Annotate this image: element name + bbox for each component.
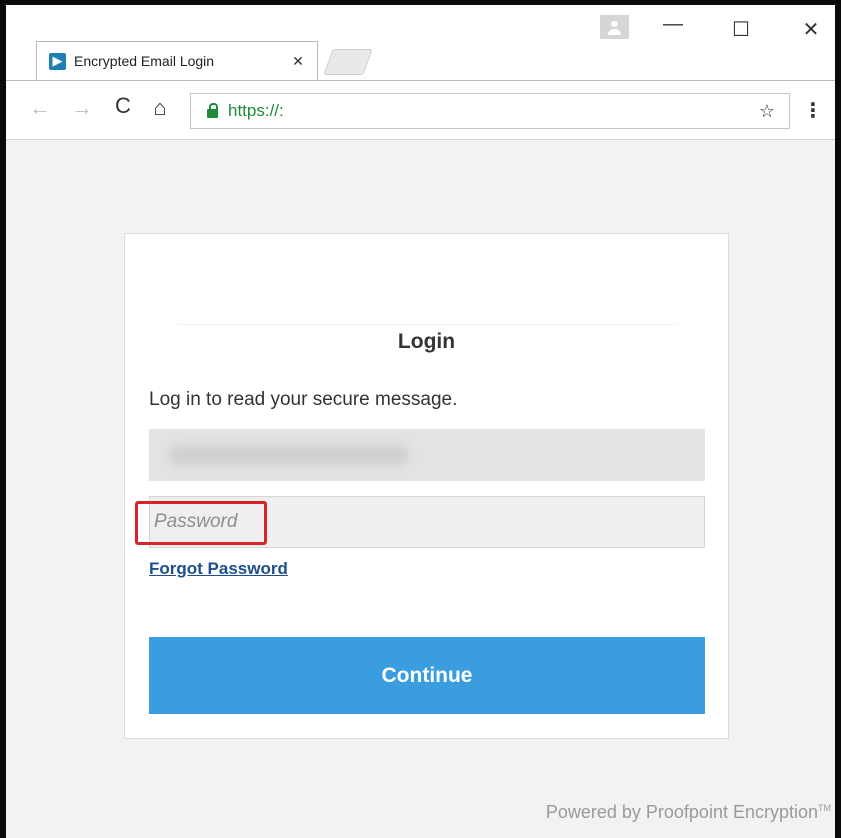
redacted-email-value <box>169 445 409 465</box>
home-icon[interactable]: ⌂ <box>146 95 174 121</box>
login-subtitle: Log in to read your secure message. <box>149 389 458 410</box>
reload-icon[interactable]: C <box>109 93 137 119</box>
password-field[interactable] <box>149 496 705 548</box>
forward-arrow-icon[interactable]: → <box>68 95 96 121</box>
browser-menu-icon[interactable]: ⋮ <box>803 98 823 123</box>
profile-icon[interactable] <box>600 15 629 39</box>
url-text: https://: <box>228 101 284 120</box>
bookmark-star-icon[interactable]: ☆ <box>759 101 775 122</box>
browser-tab[interactable]: ▶ Encrypted Email Login ✕ <box>36 41 318 80</box>
footer-text: Powered by Proofpoint Encryption <box>545 802 818 822</box>
continue-button[interactable]: Continue <box>149 637 705 714</box>
forgot-password-link[interactable]: Forgot Password <box>149 559 288 579</box>
tab-title: Encrypted Email Login <box>74 53 215 69</box>
close-window-icon[interactable]: ✕ <box>794 17 828 42</box>
maximize-icon[interactable]: ☐ <box>724 17 758 42</box>
browser-toolbar: ← → C ⌂ https://: ☆ ⋮ <box>6 80 835 140</box>
email-field[interactable] <box>149 429 705 481</box>
lock-icon <box>207 102 218 118</box>
minimize-icon[interactable]: — <box>656 13 690 36</box>
login-title: Login <box>397 330 456 353</box>
new-tab-button[interactable] <box>323 49 373 75</box>
login-card: Login Log in to read your secure message… <box>124 233 729 739</box>
tab-close-icon[interactable]: ✕ <box>289 53 307 70</box>
trademark-mark: TM <box>818 803 831 813</box>
back-arrow-icon[interactable]: ← <box>26 95 54 121</box>
powered-by-footer: Powered by Proofpoint EncryptionTM <box>546 802 831 823</box>
divider <box>177 324 677 325</box>
browser-window: ▶ Encrypted Email Login ✕ — ☐ ✕ ← → C ⌂ … <box>0 0 841 838</box>
address-bar[interactable]: https://: ☆ <box>190 93 790 129</box>
title-bar: ▶ Encrypted Email Login ✕ — ☐ ✕ <box>6 5 835 80</box>
proofpoint-favicon-icon: ▶ <box>49 52 66 70</box>
